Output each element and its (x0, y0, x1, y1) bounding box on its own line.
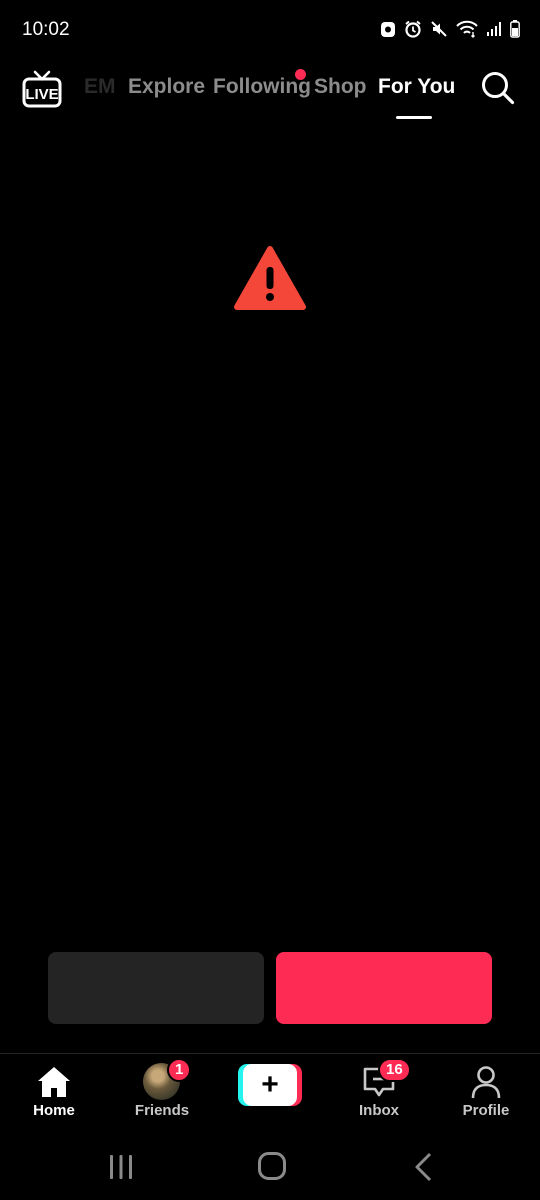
secondary-action-button[interactable] (48, 952, 264, 1024)
nav-friends[interactable]: 1 Friends (117, 1054, 207, 1134)
inbox-badge: 16 (378, 1058, 411, 1082)
system-nav (0, 1135, 540, 1200)
active-tab-indicator (396, 116, 432, 119)
alarm-icon (404, 20, 422, 43)
profile-icon (468, 1064, 504, 1100)
search-icon[interactable] (480, 70, 516, 106)
warning-triangle-icon (234, 245, 306, 311)
back-icon[interactable] (412, 1152, 434, 1182)
home-icon (36, 1064, 72, 1100)
following-notification-dot (295, 69, 306, 80)
bottom-nav: Home 1 Friends + 16 Inbox Profile (0, 1053, 540, 1136)
home-circle-icon[interactable] (257, 1151, 287, 1181)
signal-icon (486, 21, 502, 42)
battery-icon (510, 20, 520, 43)
create-button[interactable]: + (238, 1064, 302, 1106)
live-icon[interactable]: LIVE (22, 70, 62, 108)
nav-friends-label: Friends (134, 1102, 190, 1119)
status-time: 10:02 (22, 19, 70, 40)
recent-apps-icon[interactable] (108, 1153, 134, 1181)
friends-badge: 1 (167, 1058, 192, 1082)
status-icons (380, 20, 520, 43)
mute-icon (430, 20, 448, 43)
tab-em[interactable]: EM (84, 75, 116, 99)
notification-icon (380, 20, 396, 43)
create-plus-icon: + (261, 1068, 279, 1101)
nav-home-label: Home (33, 1102, 75, 1119)
live-label: LIVE (25, 86, 58, 103)
nav-profile[interactable]: Profile (441, 1054, 531, 1134)
tab-explore[interactable]: Explore (128, 75, 205, 99)
nav-inbox-label: Inbox (359, 1102, 399, 1119)
tab-for-you[interactable]: For You (378, 75, 455, 99)
nav-home[interactable]: Home (9, 1054, 99, 1134)
nav-create[interactable]: + (225, 1054, 315, 1134)
nav-inbox[interactable]: 16 Inbox (334, 1054, 424, 1134)
tab-shop[interactable]: Shop (314, 75, 367, 99)
wifi-icon (456, 20, 478, 43)
top-nav: LIVE EM Explore Following Shop For You (0, 60, 540, 124)
nav-profile-label: Profile (462, 1102, 510, 1119)
status-bar: 10:02 (0, 0, 540, 60)
primary-action-button[interactable] (276, 952, 492, 1024)
